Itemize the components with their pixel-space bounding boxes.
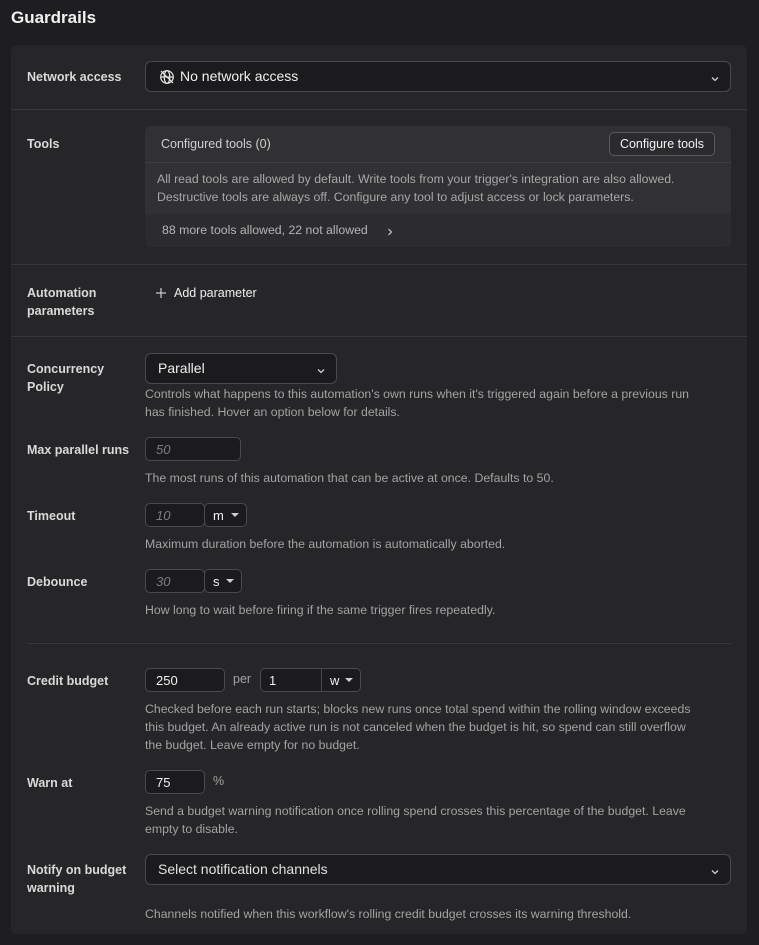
automation-label-line1: Automation — [27, 286, 97, 300]
tools-label: Tools — [27, 137, 60, 151]
globe-off-icon — [159, 69, 175, 85]
percent-suffix: % — [213, 774, 225, 788]
debounce-input[interactable]: 30 — [145, 569, 205, 593]
add-parameter-label: Add parameter — [174, 286, 257, 300]
budget-window-value: 1 — [269, 672, 277, 688]
caret-down-icon — [226, 579, 234, 583]
timeout-unit-select[interactable]: m — [204, 503, 247, 527]
tools-description-line1: All read tools are allowed by default. W… — [157, 172, 675, 186]
debounce-unit-select[interactable]: s — [204, 569, 242, 593]
max-parallel-runs-input[interactable]: 50 — [145, 437, 241, 461]
automation-label-line2: parameters — [27, 304, 95, 318]
debounce-help: How long to wait before firing if the sa… — [145, 603, 496, 617]
notification-channels-select[interactable]: Select notification channels — [145, 854, 731, 885]
credit-budget-label: Credit budget — [27, 674, 109, 688]
warn-at-input[interactable]: 75 — [145, 770, 205, 794]
max-parallel-runs-label: Max parallel runs — [27, 443, 130, 457]
caret-down-icon — [345, 678, 353, 682]
network-access-select[interactable]: No network access — [145, 61, 731, 92]
concurrency-policy-select[interactable]: Parallel — [145, 353, 337, 384]
timeout-help: Maximum duration before the automation i… — [145, 537, 506, 551]
concurrency-help-line1: Controls what happens to this automation… — [145, 387, 690, 401]
credit-budget-help-line3: the budget. Leave empty for no budget. — [145, 738, 360, 752]
budget-window-select[interactable]: 1 w — [260, 668, 361, 692]
divider — [321, 669, 322, 691]
network-access-label: Network access — [27, 70, 122, 84]
max-parallel-help: The most runs of this automation that ca… — [145, 471, 554, 485]
chevron-right-icon — [385, 225, 395, 240]
notify-label: Notify on budget warning — [27, 861, 126, 897]
warn-at-help-line2: empty to disable. — [145, 822, 238, 836]
plus-icon — [155, 287, 167, 299]
divider — [27, 643, 731, 644]
concurrency-label-line2: Policy — [27, 380, 64, 394]
divider — [11, 336, 747, 337]
chevron-down-icon — [710, 71, 720, 81]
notify-help: Channels notified when this workflow's r… — [145, 907, 632, 921]
divider — [145, 162, 731, 163]
concurrency-help-line2: has finished. Hover an option below for … — [145, 405, 400, 419]
budget-window-unit: w — [330, 673, 340, 688]
page-title: Guardrails — [11, 8, 97, 27]
credit-budget-help-line1: Checked before each run starts; blocks n… — [145, 702, 691, 716]
concurrency-policy-label: Concurrency Policy — [27, 360, 104, 396]
debounce-unit-value: s — [213, 573, 220, 589]
configured-tools-count: Configured tools (0) — [161, 137, 271, 151]
divider — [11, 109, 747, 110]
configure-tools-button[interactable]: Configure tools — [609, 132, 715, 156]
tools-summary: 88 more tools allowed, 22 not allowed — [162, 223, 368, 237]
credit-budget-input[interactable]: 250 — [145, 668, 225, 692]
divider — [11, 264, 747, 265]
chevron-down-icon — [316, 363, 326, 373]
debounce-label: Debounce — [27, 575, 88, 589]
concurrency-value: Parallel — [158, 360, 205, 376]
per-label: per — [233, 672, 252, 686]
warn-at-help-line1: Send a budget warning notification once … — [145, 804, 686, 818]
credit-budget-help-line2: this budget. An already active run is no… — [145, 720, 686, 734]
concurrency-label-line1: Concurrency — [27, 362, 105, 376]
add-parameter-button[interactable]: Add parameter — [155, 285, 257, 301]
timeout-unit-value: m — [213, 507, 224, 523]
caret-down-icon — [231, 513, 239, 517]
warn-at-label: Warn at — [27, 776, 73, 790]
guardrails-panel: Network access No network access Tools C… — [11, 45, 747, 934]
tools-box: Configured tools (0) Configure tools All… — [145, 126, 731, 247]
chevron-down-icon — [710, 864, 720, 874]
notify-label-line1: Notify on budget — [27, 863, 127, 877]
timeout-input[interactable]: 10 — [145, 503, 205, 527]
tools-summary-row[interactable]: 88 more tools allowed, 22 not allowed — [145, 214, 731, 247]
notify-label-line2: warning — [27, 881, 75, 895]
timeout-label: Timeout — [27, 509, 76, 523]
automation-parameters-label: Automation parameters — [27, 284, 96, 320]
network-access-value: No network access — [180, 68, 299, 84]
tools-description-line2: Destructive tools are always off. Config… — [157, 190, 634, 204]
notification-channels-placeholder: Select notification channels — [158, 861, 328, 877]
